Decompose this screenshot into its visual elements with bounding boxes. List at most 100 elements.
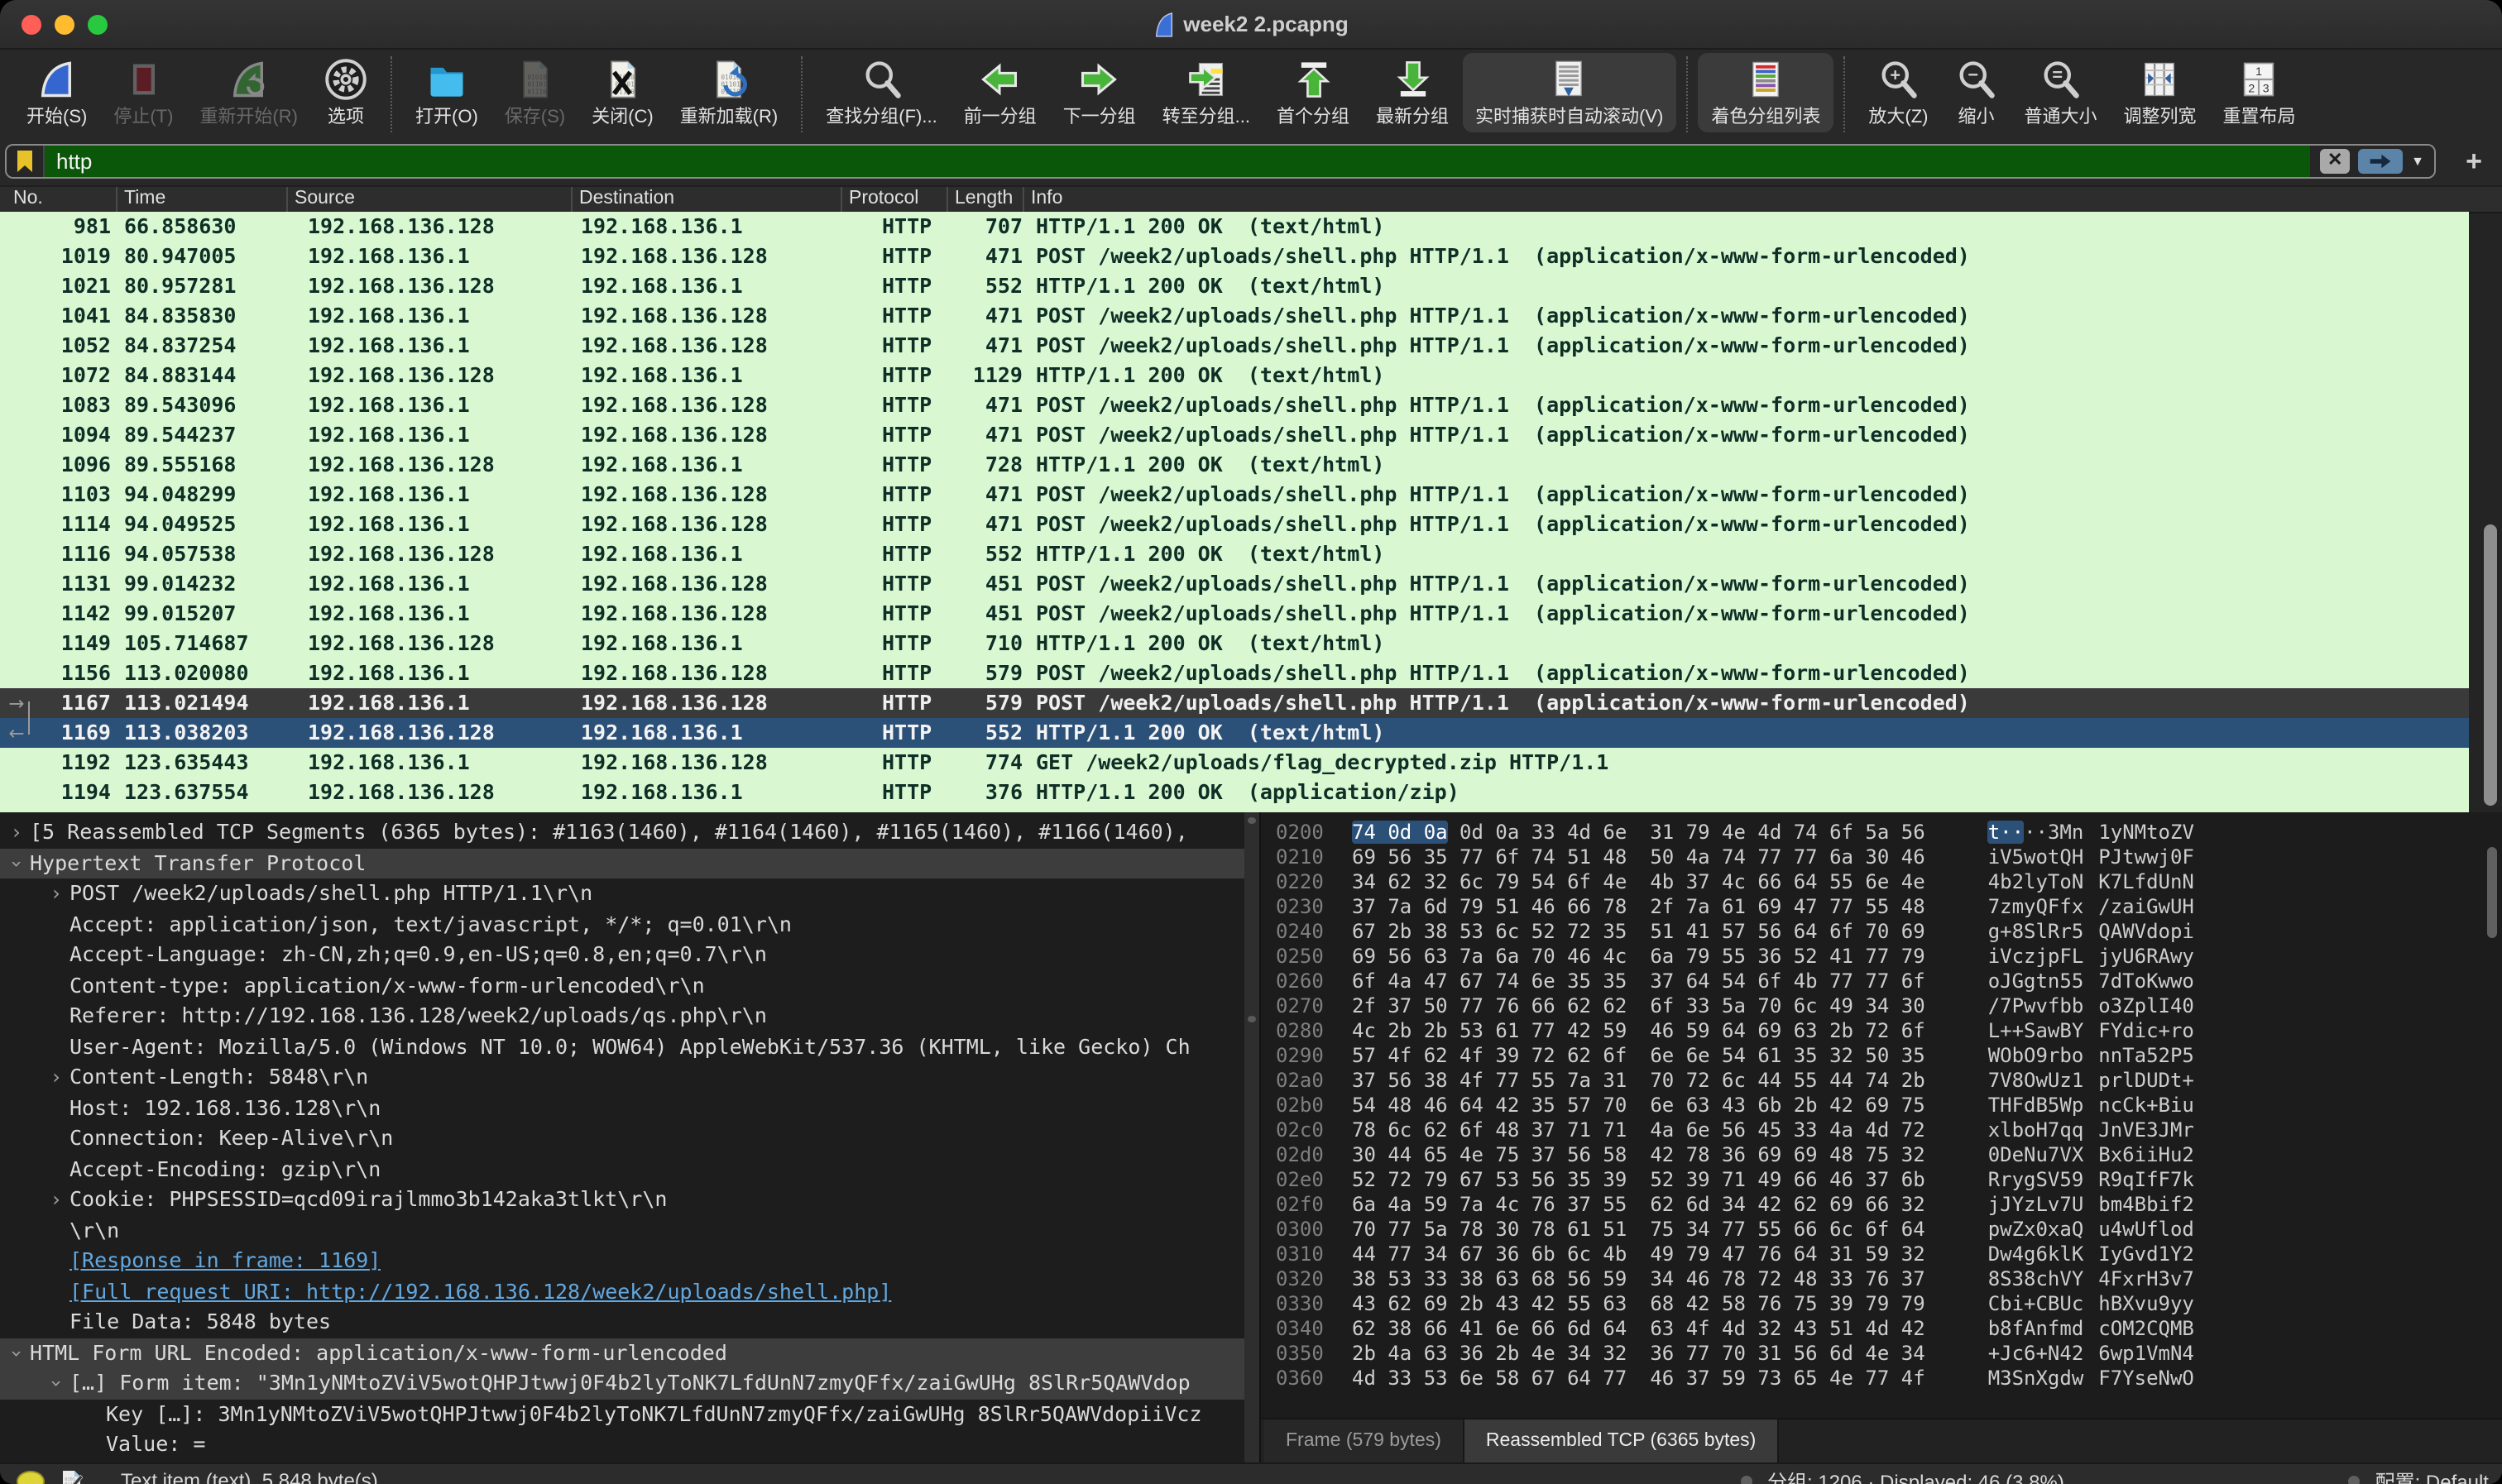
- detail-line[interactable]: Value: =: [0, 1429, 1244, 1460]
- expander-icon[interactable]: ›: [43, 1185, 70, 1215]
- toolbar-button-close[interactable]: 010100110101110关闭(C): [578, 53, 667, 132]
- hex-row-02c0[interactable]: 02c078 6c 62 6f 48 37 71 714a 6e 56 45 3…: [1261, 1118, 2502, 1143]
- detail-link[interactable]: [Response in frame: 1169]: [70, 1246, 381, 1276]
- hex-row-02e0[interactable]: 02e052 72 79 67 53 56 35 3952 39 71 49 6…: [1261, 1168, 2502, 1193]
- hex-row-02f0[interactable]: 02f06a 4a 59 7a 4c 76 37 5562 6d 34 42 6…: [1261, 1193, 2502, 1218]
- detail-line[interactable]: Accept: application/json, text/javascrip…: [0, 909, 1244, 940]
- packet-row-981[interactable]: 98166.858630192.168.136.128192.168.136.1…: [0, 212, 2469, 242]
- column-header-destination[interactable]: Destination: [571, 187, 841, 212]
- column-header-no[interactable]: No.: [0, 187, 116, 212]
- hex-row-0200[interactable]: 020074 0d 0a 0d 0a 33 4d 6e31 79 4e 4d 7…: [1261, 821, 2502, 845]
- toolbar-button-autoscroll[interactable]: 实时捕获时自动滚动(V): [1462, 53, 1676, 132]
- hex-row-0330[interactable]: 033043 62 69 2b 43 42 55 6368 42 58 76 7…: [1261, 1292, 2502, 1317]
- hex-row-0340[interactable]: 034062 38 66 41 6e 66 6d 6463 4f 4d 32 4…: [1261, 1317, 2502, 1342]
- packet-row-1083[interactable]: 108389.543096192.168.136.1192.168.136.12…: [0, 390, 2469, 420]
- packet-list-header[interactable]: No. Time Source Destination Protocol Len…: [0, 187, 2502, 213]
- detail-line[interactable]: Accept-Encoding: gzip\r\n: [0, 1154, 1244, 1185]
- expander-icon[interactable]: ›: [41, 1371, 72, 1397]
- packet-row-1096[interactable]: 109689.555168192.168.136.128192.168.136.…: [0, 450, 2469, 480]
- toolbar-button-colorize[interactable]: 着色分组列表: [1698, 53, 1833, 132]
- detail-line[interactable]: Accept-Language: zh-CN,zh;q=0.9,en-US;q=…: [0, 940, 1244, 970]
- hex-row-0260[interactable]: 02606f 4a 47 67 74 6e 35 3537 64 54 6f 4…: [1261, 969, 2502, 994]
- packet-list-scrollbar[interactable]: [2484, 524, 2497, 806]
- display-filter-input[interactable]: http: [45, 146, 2310, 177]
- expander-icon[interactable]: ›: [2, 850, 32, 877]
- hex-scrollbar[interactable]: [2487, 847, 2497, 938]
- capture-file-edit-icon[interactable]: 010101100011: [61, 1468, 83, 1484]
- packet-row-1114[interactable]: 111494.049525192.168.136.1192.168.136.12…: [0, 510, 2469, 539]
- toolbar-button-reload[interactable]: 010100110101110重新加载(R): [667, 53, 792, 132]
- toolbar-button-start[interactable]: 开始(S): [13, 53, 100, 132]
- detail-link[interactable]: [Full request URI: http://192.168.136.12…: [70, 1276, 891, 1307]
- toolbar-button-resize-columns[interactable]: 调整列宽: [2110, 53, 2209, 132]
- expert-info-icon[interactable]: [17, 1470, 45, 1484]
- packet-row-1094[interactable]: 109489.544237192.168.136.1192.168.136.12…: [0, 420, 2469, 450]
- detail-line[interactable]: ›Hypertext Transfer Protocol: [0, 848, 1244, 878]
- hex-row-0360[interactable]: 03604d 33 53 6e 58 67 64 7746 37 59 73 6…: [1261, 1367, 2502, 1391]
- packet-row-1019[interactable]: 101980.947005192.168.136.1192.168.136.12…: [0, 242, 2469, 271]
- chevron-down-icon[interactable]: ▼: [2411, 154, 2424, 169]
- detail-line[interactable]: Content-type: application/x-www-form-url…: [0, 970, 1244, 1001]
- bytes-tab-inactive[interactable]: Frame (579 bytes): [1264, 1419, 1464, 1462]
- packet-row-1142[interactable]: 114299.015207192.168.136.1192.168.136.12…: [0, 599, 2469, 629]
- detail-line[interactable]: User-Agent: Mozilla/5.0 (Windows NT 10.0…: [0, 1032, 1244, 1062]
- toolbar-button-last[interactable]: 最新分组: [1363, 53, 1462, 132]
- packet-row-1072[interactable]: 107284.883144192.168.136.128192.168.136.…: [0, 361, 2469, 390]
- hex-row-0240[interactable]: 024067 2b 38 53 6c 52 72 3551 41 57 56 6…: [1261, 920, 2502, 945]
- hex-row-0300[interactable]: 030070 77 5a 78 30 78 61 5175 34 77 55 6…: [1261, 1218, 2502, 1242]
- detail-line[interactable]: ›Cookie: PHPSESSID=qcd09irajlmmo3b142aka…: [0, 1185, 1244, 1215]
- detail-line[interactable]: Connection: Keep-Alive\r\n: [0, 1123, 1244, 1154]
- toolbar-button-reset-layout[interactable]: 123重置布局: [2209, 53, 2308, 132]
- expander-icon[interactable]: ›: [43, 1062, 70, 1093]
- packet-row-1156[interactable]: 1156113.020080192.168.136.1192.168.136.1…: [0, 658, 2469, 688]
- packet-row-1194[interactable]: 1194123.637554192.168.136.128192.168.136…: [0, 778, 2469, 807]
- hex-row-0290[interactable]: 029057 4f 62 4f 39 72 62 6f6e 6e 54 61 3…: [1261, 1044, 2502, 1069]
- hex-row-02a0[interactable]: 02a037 56 38 4f 77 55 7a 3170 72 6c 44 5…: [1261, 1069, 2502, 1094]
- hex-row-0220[interactable]: 022034 62 32 6c 79 54 6f 4e4b 37 4c 66 6…: [1261, 870, 2502, 895]
- apply-arrow-icon[interactable]: [2358, 149, 2403, 174]
- column-header-length[interactable]: Length: [947, 187, 1023, 212]
- toolbar-button-find[interactable]: 查找分组(F)...: [812, 53, 950, 132]
- packet-row-1041[interactable]: 104184.835830192.168.136.1192.168.136.12…: [0, 301, 2469, 331]
- detail-line[interactable]: ›[5 Reassembled TCP Segments (6365 bytes…: [0, 817, 1244, 848]
- plus-icon[interactable]: +: [2456, 147, 2492, 175]
- hex-row-02b0[interactable]: 02b054 48 46 64 42 35 57 706e 63 43 6b 2…: [1261, 1094, 2502, 1118]
- status-profile[interactable]: 配置: Default: [2349, 1467, 2489, 1484]
- column-header-info[interactable]: Info: [1023, 187, 2502, 212]
- hex-row-0310[interactable]: 031044 77 34 67 36 6b 6c 4b49 79 47 76 6…: [1261, 1242, 2502, 1267]
- bytes-tab-active[interactable]: Reassembled TCP (6365 bytes): [1464, 1419, 1779, 1462]
- toolbar-button-prev[interactable]: 前一分组: [951, 53, 1050, 132]
- hex-row-0350[interactable]: 03502b 4a 63 36 2b 4e 34 3236 77 70 31 5…: [1261, 1342, 2502, 1367]
- packet-row-1131[interactable]: 113199.014232192.168.136.1192.168.136.12…: [0, 569, 2469, 599]
- expander-icon[interactable]: ›: [2, 1340, 32, 1367]
- column-header-protocol[interactable]: Protocol: [841, 187, 947, 212]
- packet-row-1167[interactable]: →1167113.021494192.168.136.1192.168.136.…: [0, 688, 2469, 718]
- column-header-source[interactable]: Source: [286, 187, 571, 212]
- packet-row-1052[interactable]: 105284.837254192.168.136.1192.168.136.12…: [0, 331, 2469, 361]
- expander-icon[interactable]: ›: [43, 878, 70, 909]
- detail-line[interactable]: File Data: 5848 bytes: [0, 1307, 1244, 1338]
- packet-row-1116[interactable]: 111694.057538192.168.136.128192.168.136.…: [0, 539, 2469, 569]
- detail-line[interactable]: ›POST /week2/uploads/shell.php HTTP/1.1\…: [0, 878, 1244, 909]
- packet-row-1149[interactable]: 1149105.714687192.168.136.128192.168.136…: [0, 629, 2469, 658]
- expander-icon[interactable]: ›: [3, 817, 30, 848]
- pane-splitter[interactable]: [1244, 812, 1259, 1462]
- detail-line[interactable]: Host: 192.168.136.128\r\n: [0, 1093, 1244, 1123]
- clear-icon[interactable]: ✕: [2320, 149, 2350, 174]
- column-header-time[interactable]: Time: [116, 187, 286, 212]
- toolbar-button-zoom-normal[interactable]: =普通大小: [2011, 53, 2110, 132]
- toolbar-button-zoom-out[interactable]: −缩小: [1941, 53, 2011, 132]
- bookmark-icon[interactable]: [7, 146, 45, 177]
- hex-row-0210[interactable]: 021069 56 35 77 6f 74 51 4850 4a 74 77 7…: [1261, 845, 2502, 870]
- detail-line[interactable]: [Full request URI: http://192.168.136.12…: [0, 1276, 1244, 1307]
- hex-row-0230[interactable]: 023037 7a 6d 79 51 46 66 782f 7a 61 69 4…: [1261, 895, 2502, 920]
- hex-row-0280[interactable]: 02804c 2b 2b 53 61 77 42 5946 59 64 69 6…: [1261, 1019, 2502, 1044]
- hex-row-0250[interactable]: 025069 56 63 7a 6a 70 46 4c6a 79 55 36 5…: [1261, 945, 2502, 969]
- toolbar-button-options[interactable]: 选项: [311, 53, 381, 132]
- hex-row-0320[interactable]: 032038 53 33 38 63 68 56 5934 46 78 72 4…: [1261, 1267, 2502, 1292]
- detail-line[interactable]: [Response in frame: 1169]: [0, 1246, 1244, 1276]
- detail-line[interactable]: Key […]: 3Mn1yNMtoZViV5wotQHPJtwwj0F4b2l…: [0, 1399, 1244, 1429]
- packet-row-1103[interactable]: 110394.048299192.168.136.1192.168.136.12…: [0, 480, 2469, 510]
- toolbar-button-zoom-in[interactable]: +放大(Z): [1855, 53, 1941, 132]
- packet-row-1169[interactable]: ←1169113.038203192.168.136.128192.168.13…: [0, 718, 2469, 748]
